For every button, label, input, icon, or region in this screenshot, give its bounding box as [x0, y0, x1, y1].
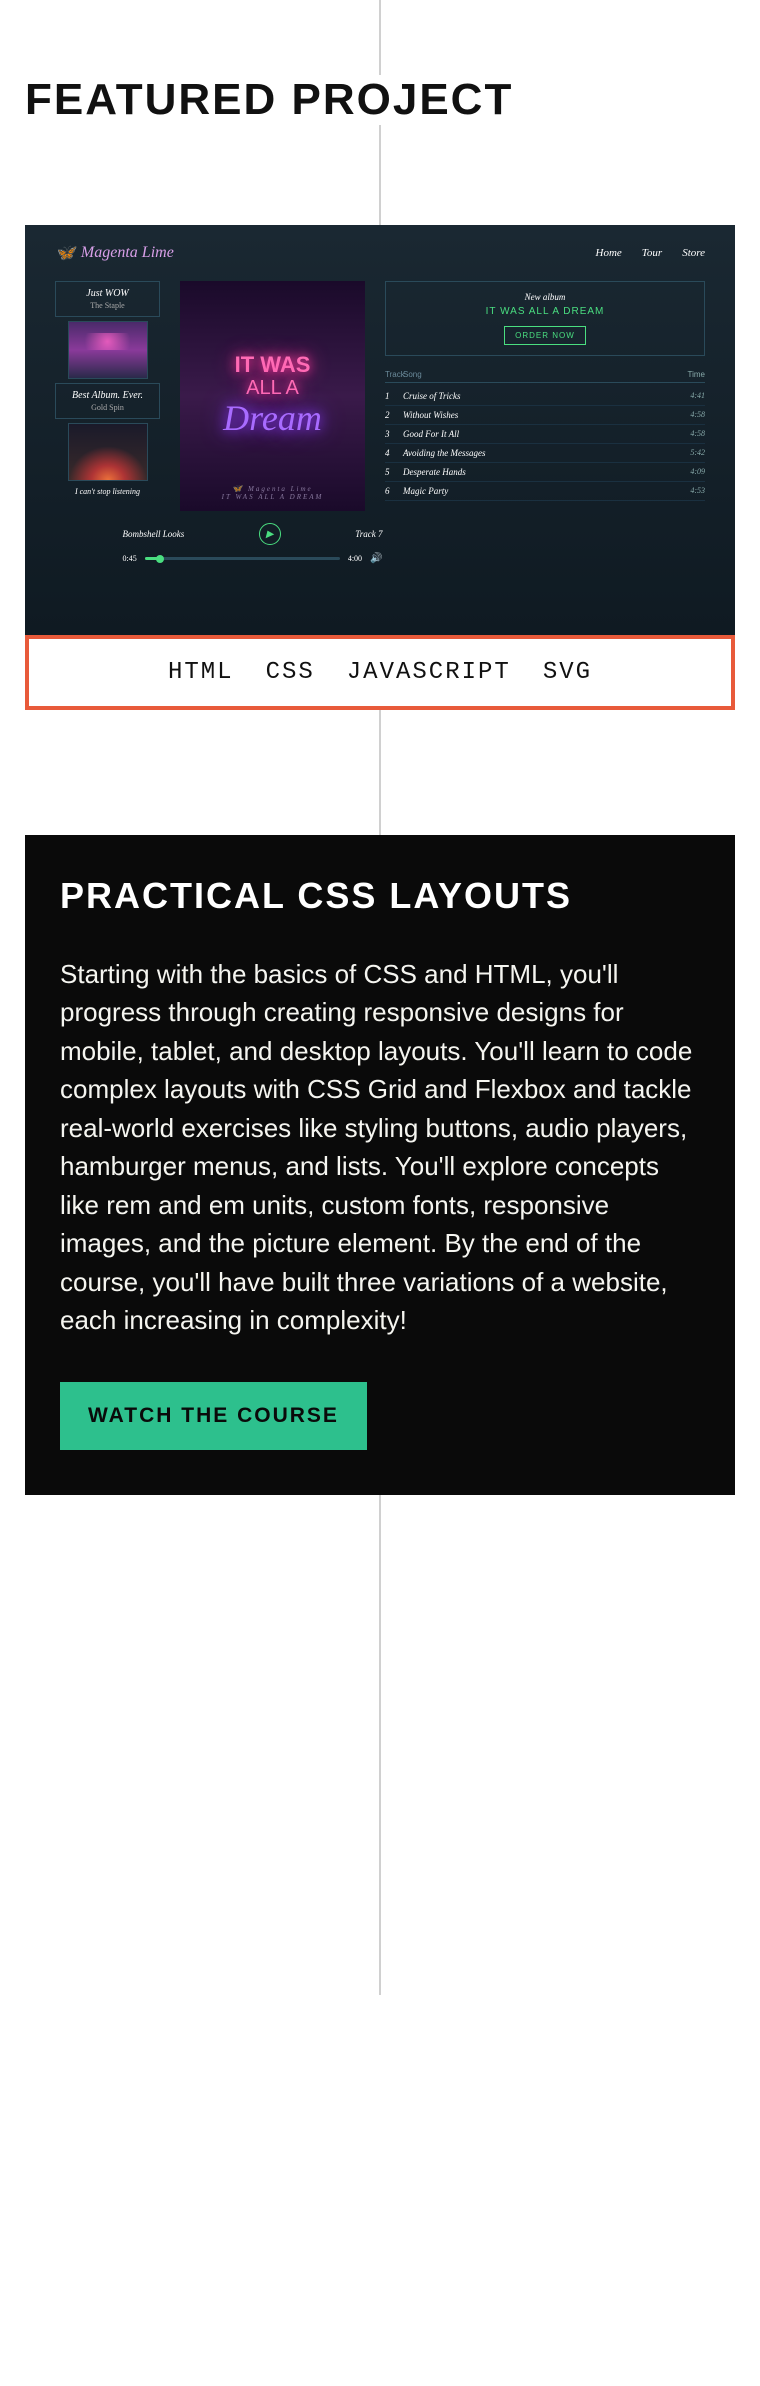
- th-song: Song: [403, 370, 675, 379]
- featured-project-card: 🦋 Magenta Lime Home Tour Store Just WOW …: [25, 225, 735, 710]
- time-current: 0:45: [123, 554, 137, 563]
- track-name: Desperate Hands: [403, 467, 675, 477]
- neon-text-dream: Dream: [223, 399, 322, 439]
- course-description: Starting with the basics of CSS and HTML…: [60, 955, 700, 1340]
- track-num: 1: [385, 391, 403, 401]
- th-time: Time: [675, 370, 705, 379]
- track-time: 4:53: [675, 486, 705, 496]
- track-num: 2: [385, 410, 403, 420]
- review-source: The Staple: [64, 301, 151, 310]
- track-row: 4Avoiding the Messages5:42: [385, 444, 705, 463]
- mockup-nav-item: Store: [682, 247, 705, 259]
- progress-bar: [145, 557, 340, 560]
- watch-course-button[interactable]: WATCH THE COURSE: [60, 1382, 367, 1450]
- tech-tag: HTML: [168, 659, 234, 686]
- audio-player: Bombshell Looks ▶ Track 7: [123, 523, 383, 545]
- tech-tag: JAVASCRIPT: [347, 659, 511, 686]
- track-row: 1Cruise of Tricks4:41: [385, 387, 705, 406]
- review-title: Best Album. Ever.: [64, 390, 151, 401]
- volume-icon: 🔊: [370, 553, 382, 564]
- review-title: Just WOW: [64, 288, 151, 299]
- track-name: Without Wishes: [403, 410, 675, 420]
- track-time: 4:58: [675, 410, 705, 420]
- track-num: 6: [385, 486, 403, 496]
- review-quote: I can't stop listening: [75, 487, 140, 496]
- track-row: 6Magic Party4:53: [385, 482, 705, 501]
- mockup-nav: Home Tour Store: [596, 247, 705, 259]
- album-title-small: IT WAS ALL A DREAM: [222, 493, 324, 501]
- track-time: 4:09: [675, 467, 705, 477]
- new-album-title: IT WAS ALL A DREAM: [396, 306, 694, 317]
- track-row: 3Good For It All4:58: [385, 425, 705, 444]
- mockup-center-col: IT WAS ALL A Dream 🦋 Magenta Lime IT WAS…: [180, 281, 365, 564]
- mockup-logo-text: Magenta Lime: [81, 244, 174, 262]
- track-num: 3: [385, 429, 403, 439]
- progress-row: 0:45 4:00 🔊: [123, 553, 383, 564]
- neon-text-line: IT WAS: [223, 353, 322, 377]
- tech-tags-bar: HTML CSS JAVASCRIPT SVG: [25, 635, 735, 710]
- tech-tag: CSS: [266, 659, 315, 686]
- album-cover: IT WAS ALL A Dream 🦋 Magenta Lime IT WAS…: [180, 281, 365, 511]
- order-button: ORDER NOW: [504, 326, 586, 345]
- course-card: PRACTICAL CSS LAYOUTS Starting with the …: [25, 835, 735, 1495]
- track-name: Good For It All: [403, 429, 675, 439]
- mockup-reviews-col: Just WOW The Staple Best Album. Ever. Go…: [55, 281, 160, 564]
- butterfly-icon: 🦋: [55, 243, 75, 263]
- track-time: 5:42: [675, 448, 705, 458]
- course-title: PRACTICAL CSS LAYOUTS: [60, 875, 700, 917]
- play-icon: ▶: [259, 523, 281, 545]
- tech-tag: SVG: [543, 659, 592, 686]
- neon-text-line: ALL A: [223, 377, 322, 399]
- track-number: Track 7: [355, 529, 382, 539]
- track-name: Cruise of Tricks: [403, 391, 675, 401]
- new-album-label: New album: [396, 292, 694, 302]
- mockup-nav-item: Home: [596, 247, 622, 259]
- mockup-logo: 🦋 Magenta Lime: [55, 243, 174, 263]
- track-name: Magic Party: [403, 486, 675, 496]
- album-brand: Magenta Lime: [248, 485, 313, 493]
- review-source: Gold Spin: [64, 403, 151, 412]
- time-total: 4:00: [348, 554, 362, 563]
- track-name: Avoiding the Messages: [403, 448, 675, 458]
- mockup-thumb: [68, 321, 148, 379]
- track-num: 5: [385, 467, 403, 477]
- track-time: 4:58: [675, 429, 705, 439]
- th-track: Track: [385, 370, 403, 379]
- mockup-nav-item: Tour: [642, 247, 662, 259]
- project-screenshot[interactable]: 🦋 Magenta Lime Home Tour Store Just WOW …: [25, 225, 735, 635]
- mockup-thumb: [68, 423, 148, 481]
- mockup-right-col: New album IT WAS ALL A DREAM ORDER NOW T…: [385, 281, 705, 564]
- butterfly-icon: 🦋: [232, 484, 244, 493]
- track-time: 4:41: [675, 391, 705, 401]
- mockup-review: Just WOW The Staple: [55, 281, 160, 317]
- track-num: 4: [385, 448, 403, 458]
- tracklist: Track Song Time 1Cruise of Tricks4:412Wi…: [385, 370, 705, 501]
- section-heading: FEATURED PROJECT: [25, 75, 533, 125]
- track-row: 5Desperate Hands4:09: [385, 463, 705, 482]
- new-album-box: New album IT WAS ALL A DREAM ORDER NOW: [385, 281, 705, 356]
- now-playing-title: Bombshell Looks: [123, 529, 185, 539]
- mockup-review: Best Album. Ever. Gold Spin: [55, 383, 160, 419]
- track-row: 2Without Wishes4:58: [385, 406, 705, 425]
